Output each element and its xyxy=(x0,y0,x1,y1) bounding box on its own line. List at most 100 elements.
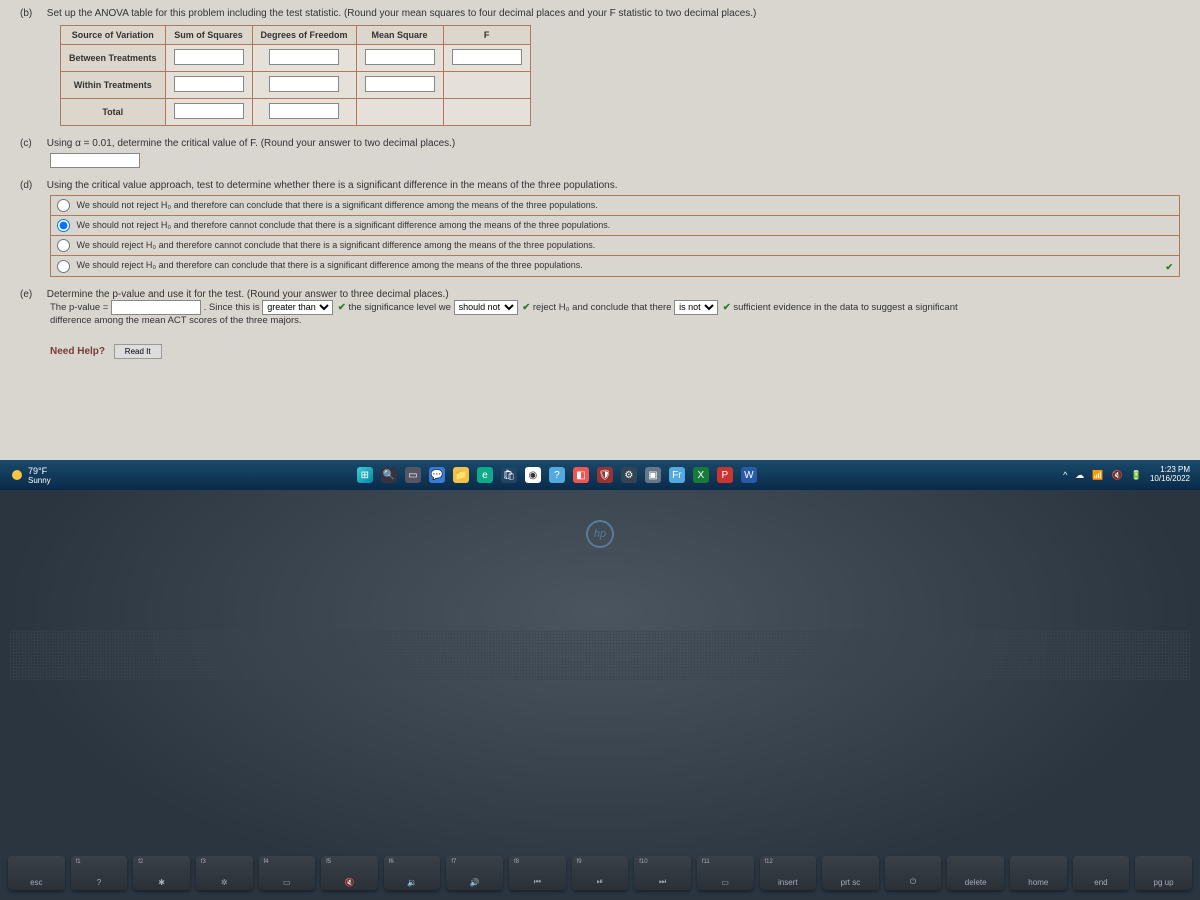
excel-icon[interactable]: X xyxy=(693,467,709,483)
radio-label-0: We should not reject H₀ and therefore ca… xyxy=(77,200,598,210)
taskbar-center: ⊞ 🔍 ▭ 💬 📁 e 🛍 ◉ ? ◧ 🛡 ⚙ ▣ Fr X P W xyxy=(51,467,1063,483)
weather-temp: 79°F xyxy=(28,466,51,476)
row-between: Between Treatments xyxy=(61,45,166,72)
keyboard-key: f12insert xyxy=(760,856,817,890)
label-c: (c) xyxy=(20,138,44,149)
col-ms: Mean Square xyxy=(356,26,443,45)
need-help: Need Help? Read It xyxy=(50,344,1180,359)
taskview-icon[interactable]: ▭ xyxy=(405,467,421,483)
txt-siglevel: the significance level we xyxy=(349,302,454,313)
prompt-e: Determine the p-value and use it for the… xyxy=(47,289,449,300)
cell-empty xyxy=(443,72,530,99)
start-icon[interactable]: ⊞ xyxy=(357,467,373,483)
app-icon[interactable]: Fr xyxy=(669,467,685,483)
sun-icon xyxy=(12,470,22,480)
app-icon[interactable]: P xyxy=(717,467,733,483)
pvalue-line: The p-value = . Since this is greater th… xyxy=(50,300,1180,315)
windows-taskbar[interactable]: 79°F Sunny ⊞ 🔍 ▭ 💬 📁 e 🛍 ◉ ? ◧ 🛡 ⚙ ▣ Fr … xyxy=(0,460,1200,490)
keyboard-key: pg up xyxy=(1135,856,1192,890)
select-isnot[interactable]: is not xyxy=(674,300,718,315)
check-icon: ✔ xyxy=(522,302,530,313)
anova-header-row: Source of Variation Sum of Squares Degre… xyxy=(61,26,531,45)
cloud-icon[interactable]: ☁ xyxy=(1075,470,1084,481)
radio-option-2[interactable]: We should reject H₀ and therefore cannot… xyxy=(51,236,1179,256)
section-b: (b) Set up the ANOVA table for this prob… xyxy=(20,8,1180,126)
keyboard-key: f8⏮ xyxy=(509,856,566,890)
taskbar-weather[interactable]: 79°F Sunny xyxy=(0,466,51,485)
input-critical-f[interactable] xyxy=(50,153,140,168)
select-compare[interactable]: greater than xyxy=(262,300,333,315)
radio-label-1: We should not reject H₀ and therefore ca… xyxy=(77,220,611,230)
radio-option-1[interactable]: We should not reject H₀ and therefore ca… xyxy=(51,216,1179,236)
input-pvalue[interactable] xyxy=(111,300,201,315)
input-within-ss[interactable] xyxy=(174,76,244,92)
app-icon[interactable]: 🛡 xyxy=(597,467,613,483)
keyboard-key: esc xyxy=(8,856,65,890)
anova-table: Source of Variation Sum of Squares Degre… xyxy=(60,25,531,126)
wifi-icon[interactable]: 📶 xyxy=(1092,470,1103,481)
input-within-df[interactable] xyxy=(269,76,339,92)
pvalue-line2: difference among the mean ACT scores of … xyxy=(50,315,1180,326)
keyboard-key: ⏻ xyxy=(885,856,942,890)
radio-0[interactable] xyxy=(57,199,70,212)
section-c: (c) Using α = 0.01, determine the critic… xyxy=(20,138,1180,168)
search-icon[interactable]: 🔍 xyxy=(381,467,397,483)
table-row: Between Treatments xyxy=(61,45,531,72)
prompt-d: Using the critical value approach, test … xyxy=(47,180,618,191)
table-row: Within Treatments xyxy=(61,72,531,99)
row-total: Total xyxy=(61,99,166,126)
keyboard-key: f7🔊 xyxy=(446,856,503,890)
input-within-ms[interactable] xyxy=(365,76,435,92)
keyboard-key: f4▭ xyxy=(259,856,316,890)
laptop-bezel: hp escf1?f2✱f3✲f4▭f5🔇f6🔉f7🔊f8⏮f9⏯f10⏭f11… xyxy=(0,490,1200,900)
section-e: (e) Determine the p-value and use it for… xyxy=(20,289,1180,326)
keyboard-key: prt sc xyxy=(822,856,879,890)
explorer-icon[interactable]: 📁 xyxy=(453,467,469,483)
input-between-df[interactable] xyxy=(269,49,339,65)
radio-label-3: We should reject H₀ and therefore can co… xyxy=(77,260,583,270)
chevron-up-icon[interactable]: ^ xyxy=(1063,470,1067,480)
col-source: Source of Variation xyxy=(61,26,166,45)
store-icon[interactable]: 🛍 xyxy=(501,467,517,483)
app-icon[interactable]: ? xyxy=(549,467,565,483)
taskbar-clock[interactable]: 1:23 PM 10/16/2022 xyxy=(1150,466,1190,484)
app-icon[interactable]: ▣ xyxy=(645,467,661,483)
keyboard-key: f1? xyxy=(71,856,128,890)
word-icon[interactable]: W xyxy=(741,467,757,483)
input-between-ms[interactable] xyxy=(365,49,435,65)
input-total-ss[interactable] xyxy=(174,103,244,119)
section-d: (d) Using the critical value approach, t… xyxy=(20,180,1180,277)
radio-2[interactable] xyxy=(57,239,70,252)
table-row: Total xyxy=(61,99,531,126)
input-total-df[interactable] xyxy=(269,103,339,119)
radio-3[interactable] xyxy=(57,260,70,273)
worksheet-page: (b) Set up the ANOVA table for this prob… xyxy=(0,0,1200,460)
settings-icon[interactable]: ⚙ xyxy=(621,467,637,483)
weather-cond: Sunny xyxy=(28,476,51,485)
input-between-f[interactable] xyxy=(452,49,522,65)
volume-icon[interactable]: 🔇 xyxy=(1112,470,1123,481)
keyboard-key: delete xyxy=(947,856,1004,890)
cell-empty xyxy=(356,99,443,126)
keyboard-key: f9⏯ xyxy=(572,856,629,890)
need-help-label: Need Help? xyxy=(50,346,105,357)
app-icon[interactable]: ◉ xyxy=(525,467,541,483)
taskbar-tray[interactable]: ^ ☁ 📶 🔇 🔋 1:23 PM 10/16/2022 xyxy=(1063,466,1200,484)
keyboard-key: f3✲ xyxy=(196,856,253,890)
check-icon: ✔ xyxy=(723,302,731,313)
keyboard-fn-row: escf1?f2✱f3✲f4▭f5🔇f6🔉f7🔊f8⏮f9⏯f10⏭f11▭f1… xyxy=(8,856,1192,890)
battery-icon[interactable]: 🔋 xyxy=(1131,470,1142,481)
radio-1[interactable] xyxy=(57,219,70,232)
edge-icon[interactable]: e xyxy=(477,467,493,483)
app-icon[interactable]: ◧ xyxy=(573,467,589,483)
chat-icon[interactable]: 💬 xyxy=(429,467,445,483)
read-it-button[interactable]: Read It xyxy=(114,344,162,359)
radio-option-3[interactable]: We should reject H₀ and therefore can co… xyxy=(51,256,1179,275)
cell-empty xyxy=(443,99,530,126)
input-between-ss[interactable] xyxy=(174,49,244,65)
col-f: F xyxy=(443,26,530,45)
radio-option-0[interactable]: We should not reject H₀ and therefore ca… xyxy=(51,196,1179,216)
txt-rejecth0: reject H₀ and conclude that there xyxy=(533,302,674,313)
select-reject[interactable]: should not xyxy=(454,300,518,315)
txt-pvalue-eq: The p-value = xyxy=(50,302,111,313)
